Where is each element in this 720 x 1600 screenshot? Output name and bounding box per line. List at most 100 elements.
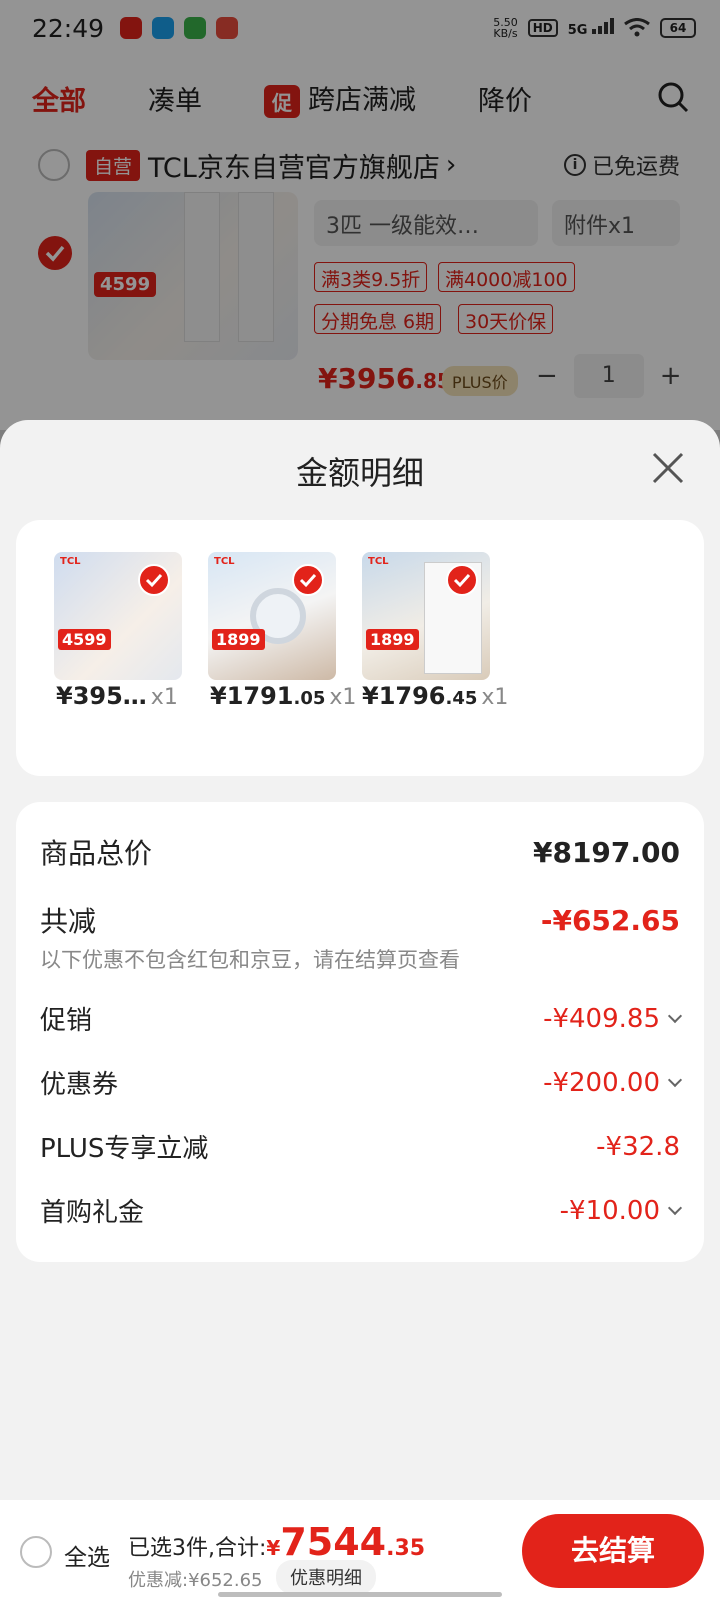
free-shipping-label: 已免运费 bbox=[591, 155, 680, 180]
gesture-handle bbox=[218, 1592, 502, 1597]
jd-app-icon bbox=[120, 17, 143, 39]
item-qty: x1 bbox=[329, 685, 357, 710]
item-thumbnail: TCL 1899 bbox=[362, 552, 490, 680]
item-thumbnail: TCL 4599 bbox=[54, 552, 182, 680]
currency-symbol: ¥ bbox=[266, 1536, 281, 1560]
store-name[interactable]: TCL京东自营官方旗舰店 bbox=[148, 146, 440, 185]
search-icon[interactable] bbox=[656, 80, 690, 114]
network-speed: 5.50 KB/s bbox=[493, 17, 518, 39]
item-price-value: ¥1791 bbox=[210, 682, 294, 710]
selected-summary: 已选3件,合计:¥7544.35 bbox=[128, 1520, 425, 1564]
promo-chip: 促 bbox=[264, 85, 300, 118]
item-checked-icon bbox=[446, 564, 478, 596]
accessory-select[interactable]: 附件x1 bbox=[552, 200, 680, 246]
tab-cross-store-label: 跨店满减 bbox=[308, 85, 416, 116]
sheet-title: 金额明细 bbox=[295, 454, 424, 492]
increase-button[interactable]: + bbox=[660, 361, 682, 391]
coupon-row[interactable]: 优惠券 -¥200.00 bbox=[40, 1064, 683, 1101]
coupon-amount: -¥200.00 bbox=[543, 1067, 660, 1098]
wechat-app-icon bbox=[184, 17, 207, 39]
discount-note: 以下优惠不包含红包和京豆，请在结算页查看 bbox=[40, 948, 460, 972]
plus-discount-row: PLUS专享立减 -¥32.8 bbox=[40, 1128, 680, 1165]
amount-summary-card: 商品总价 ¥8197.00 共减 -¥652.65 以下优惠不包含红包和京豆，请… bbox=[16, 802, 704, 1262]
item-thumbnail: TCL 1899 bbox=[208, 552, 336, 680]
first-purchase-gift-label: 首购礼金 bbox=[40, 1198, 145, 1228]
chevron-down-icon bbox=[667, 1200, 683, 1215]
item-price: ¥395… x1 bbox=[56, 682, 178, 710]
selected-count-text: 已选3件,合计: bbox=[128, 1536, 267, 1561]
store-select-radio[interactable] bbox=[38, 149, 70, 181]
battery-icon: 64 bbox=[660, 18, 696, 38]
discount-detail-button[interactable]: 优惠明细 bbox=[276, 1560, 376, 1594]
free-shipping[interactable]: i 已免运费 bbox=[563, 149, 680, 181]
installment-tag: 分期免息 6期 bbox=[314, 304, 442, 334]
promotion-label: 促销 bbox=[40, 1006, 93, 1036]
item-price-value: ¥395… bbox=[56, 682, 147, 710]
plus-price-badge: PLUS价 bbox=[442, 366, 518, 396]
cart-tab-bar: 全部 凑单 促跨店满减 降价 bbox=[0, 66, 720, 130]
cart-page: 22:49 5.50 KB/s HD 5G 64 全部 凑单 促跨店满减 降价 … bbox=[0, 0, 720, 430]
tab-all[interactable]: 全部 bbox=[32, 79, 86, 118]
promo-tag: 满3类9.5折 bbox=[314, 262, 428, 292]
thumbnail-badge: 4599 bbox=[58, 629, 111, 650]
product-price: ¥3956.85 bbox=[318, 362, 451, 395]
amount-detail-sheet: 金额明细 TCL 4599 ¥395… x1 TCL 1899 ¥1791.05 x… bbox=[0, 420, 720, 1500]
product-spec-value: 3匹 一级能效… bbox=[326, 214, 479, 239]
discount-summary: 优惠减:¥652.65 bbox=[128, 1570, 263, 1591]
list-item[interactable]: TCL 4599 bbox=[54, 552, 184, 680]
checkout-bar: 全选 已选3件,合计:¥7544.35 优惠减:¥652.65 优惠明细 去结算 bbox=[0, 1500, 720, 1600]
item-price: ¥1791.05 x1 bbox=[210, 682, 356, 710]
product-spec-select[interactable]: 3匹 一级能效… bbox=[314, 200, 538, 246]
tab-cross-store[interactable]: 促跨店满减 bbox=[264, 78, 416, 118]
product-price-int: ¥3956 bbox=[318, 362, 416, 395]
status-time: 22:49 bbox=[32, 13, 105, 43]
total-price-row: 商品总价 ¥8197.00 bbox=[40, 832, 680, 872]
chevron-down-icon bbox=[667, 1072, 683, 1087]
first-purchase-gift-amount: -¥10.00 bbox=[559, 1195, 660, 1226]
item-price: ¥1796.45 x1 bbox=[362, 682, 508, 710]
item-qty: x1 bbox=[150, 685, 178, 710]
checkout-button[interactable]: 去结算 bbox=[522, 1514, 704, 1588]
jd-dog-app-icon bbox=[216, 17, 239, 39]
network-type: 5G bbox=[567, 23, 588, 38]
first-purchase-gift-row[interactable]: 首购礼金 -¥10.00 bbox=[40, 1192, 683, 1229]
status-bar: 22:49 5.50 KB/s HD 5G 64 bbox=[0, 0, 720, 56]
close-icon[interactable] bbox=[648, 448, 688, 488]
total-price-value: ¥8197.00 bbox=[532, 835, 680, 869]
speed-unit: KB/s bbox=[493, 27, 518, 40]
list-item[interactable]: TCL 1899 bbox=[362, 552, 492, 680]
thumbnail-logo: TCL bbox=[214, 556, 235, 567]
chevron-down-icon bbox=[667, 1008, 683, 1023]
items-card: TCL 4599 ¥395… x1 TCL 1899 ¥1791.05 x1 TCL… bbox=[16, 520, 704, 776]
total-price-label: 商品总价 bbox=[40, 837, 153, 870]
wifi-icon bbox=[624, 18, 650, 37]
tab-price-drop[interactable]: 降价 bbox=[478, 79, 532, 118]
item-qty: x1 bbox=[481, 685, 509, 710]
hd-icon: HD bbox=[527, 19, 558, 37]
promotion-amount: -¥409.85 bbox=[543, 1003, 660, 1034]
product-image-badge: 4599 bbox=[94, 272, 157, 297]
product-image[interactable]: 4599 bbox=[88, 192, 298, 360]
list-item[interactable]: TCL 1899 bbox=[208, 552, 338, 680]
quantity-value[interactable]: 1 bbox=[573, 354, 644, 398]
coupon-value: -¥200.00 bbox=[543, 1067, 683, 1098]
store-header: 自营 TCL京东自营官方旗舰店 › i 已免运费 bbox=[0, 140, 720, 190]
total-reduction-row: 共减 -¥652.65 bbox=[40, 900, 680, 940]
thumbnail-logo: TCL bbox=[60, 556, 81, 567]
select-all-label[interactable]: 全选 bbox=[64, 1538, 110, 1572]
info-icon: i bbox=[563, 154, 586, 176]
promotion-value: -¥409.85 bbox=[543, 1003, 683, 1034]
first-purchase-gift-value: -¥10.00 bbox=[559, 1195, 683, 1226]
total-reduction-value: -¥652.65 bbox=[540, 903, 680, 937]
tab-bundle[interactable]: 凑单 bbox=[148, 79, 202, 118]
promotion-row[interactable]: 促销 -¥409.85 bbox=[40, 1000, 683, 1037]
product-checked-icon[interactable] bbox=[38, 236, 72, 270]
chevron-right-icon: › bbox=[445, 150, 457, 180]
item-checked-icon bbox=[292, 564, 324, 596]
grand-total-dec: .35 bbox=[386, 1536, 426, 1561]
plus-discount-label: PLUS专享立减 bbox=[40, 1134, 209, 1164]
thumbnail-badge: 1899 bbox=[366, 629, 419, 650]
select-all-radio[interactable] bbox=[20, 1536, 52, 1568]
decrease-button[interactable]: − bbox=[536, 361, 558, 391]
accessory-value: 附件x1 bbox=[564, 214, 636, 239]
